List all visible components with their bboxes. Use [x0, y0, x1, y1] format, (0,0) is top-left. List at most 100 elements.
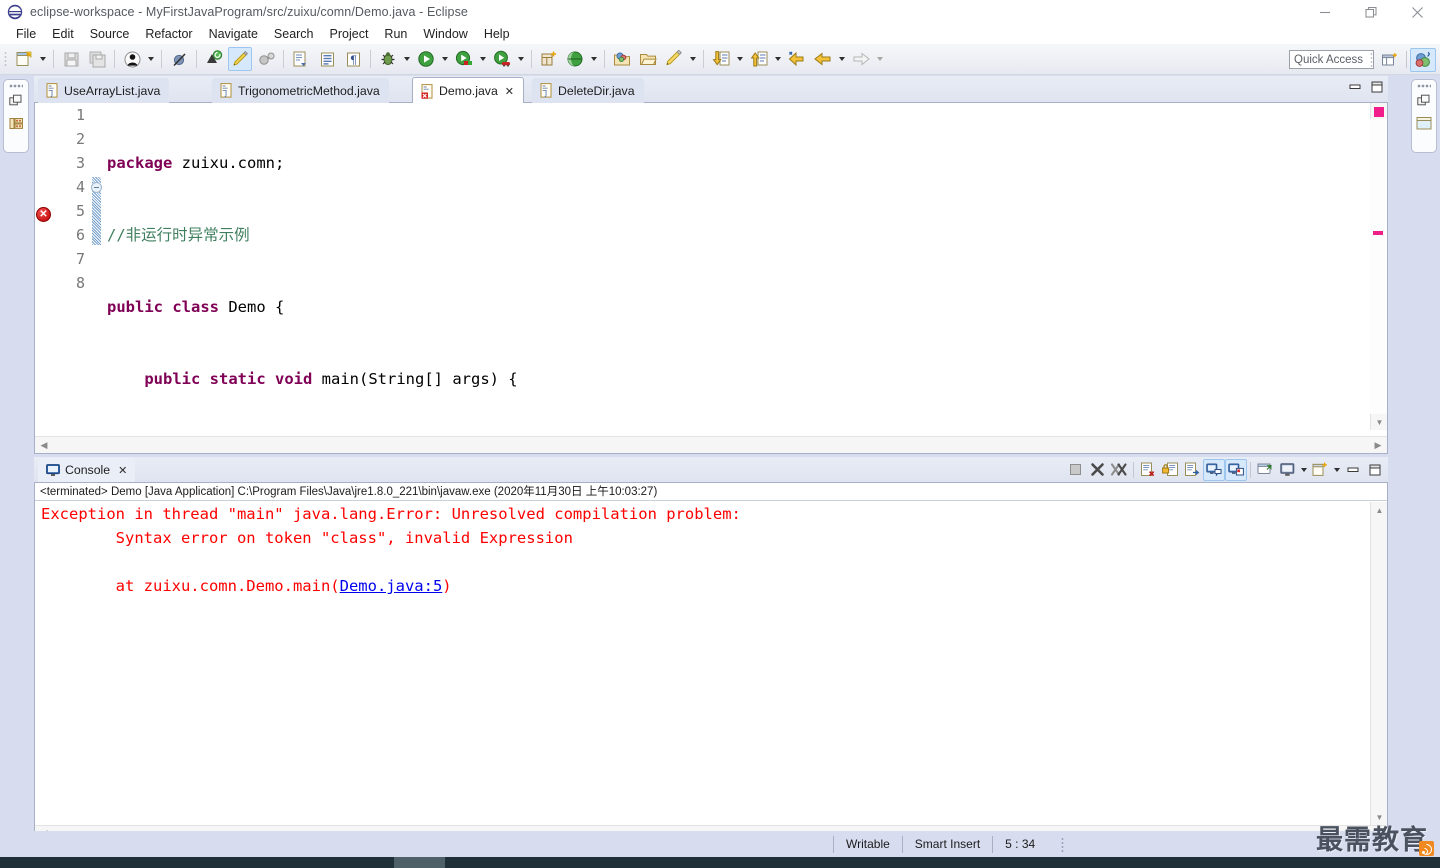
user-dropdown-arrow[interactable] — [145, 47, 157, 71]
menu-search[interactable]: Search — [266, 26, 322, 42]
task-list-icon[interactable] — [315, 47, 339, 71]
menu-project[interactable]: Project — [322, 26, 377, 42]
overview-error-summary[interactable] — [1374, 107, 1384, 117]
restore-button[interactable] — [1348, 0, 1394, 24]
run-dropdown-arrow[interactable] — [439, 47, 451, 71]
pin-icon[interactable] — [1254, 459, 1276, 481]
fastview-grip[interactable] — [1417, 84, 1431, 88]
open-folder-ball-icon[interactable] — [610, 47, 634, 71]
coverage-dropdown-arrow[interactable] — [477, 47, 489, 71]
java-perspective-icon[interactable] — [1410, 47, 1436, 72]
clear-console-icon[interactable] — [1137, 459, 1159, 481]
menu-refactor[interactable]: Refactor — [137, 26, 200, 42]
editor-horizontal-scrollbar[interactable]: ◀ ▶ — [35, 436, 1387, 453]
menu-run[interactable]: Run — [376, 26, 415, 42]
editor-marker-bar[interactable]: ✕ — [35, 103, 53, 430]
debug-dropdown-arrow[interactable] — [401, 47, 413, 71]
close-icon[interactable]: ✕ — [118, 464, 127, 477]
scroll-left-arrow-icon[interactable]: ◀ — [35, 437, 53, 453]
menu-navigate[interactable]: Navigate — [201, 26, 266, 42]
error-marker-icon[interactable]: ✕ — [36, 207, 51, 222]
external-tools-dropdown-arrow[interactable] — [515, 47, 527, 71]
editor-code-area[interactable]: package zuixu.comn; //非运行时异常示例 public cl… — [103, 103, 1370, 430]
next-annotation-dropdown-arrow[interactable] — [734, 47, 746, 71]
menu-source[interactable]: Source — [82, 26, 138, 42]
minimize-button[interactable] — [1302, 0, 1348, 24]
editor-tab-usearraylist[interactable]: J UseArrayList.java — [38, 78, 170, 103]
show-on-error-icon[interactable] — [1225, 458, 1247, 481]
editor-tab-deletedir[interactable]: J DeleteDir.java — [532, 78, 644, 103]
close-button[interactable] — [1394, 0, 1440, 24]
stack-trace-link[interactable]: Demo.java:5 — [340, 577, 443, 595]
console-vertical-scrollbar[interactable]: ▲ ▼ — [1370, 502, 1387, 825]
maximize-icon[interactable] — [1370, 80, 1384, 94]
pencil-icon[interactable] — [662, 47, 686, 71]
pilcrow-icon[interactable]: ¶ — [341, 47, 365, 71]
minimize-icon[interactable] — [1342, 459, 1364, 481]
new-file-icon[interactable] — [12, 47, 36, 71]
back-dropdown-arrow[interactable] — [836, 47, 848, 71]
open-type-icon[interactable] — [289, 47, 313, 71]
close-icon[interactable]: ✕ — [505, 85, 514, 98]
console-tab[interactable]: Console ✕ — [38, 458, 136, 482]
open-console-icon[interactable] — [1309, 459, 1331, 481]
status-grip[interactable] — [1061, 836, 1067, 852]
taskbar-active-item[interactable] — [394, 857, 445, 868]
back-arrow-icon[interactable] — [811, 47, 835, 71]
editor-overview-ruler[interactable] — [1370, 119, 1387, 414]
fold-collapse-icon[interactable] — [91, 182, 102, 193]
menu-window[interactable]: Window — [415, 26, 475, 42]
editor-tab-trigonometricmethod[interactable]: J TrigonometricMethod.java — [212, 78, 389, 103]
pencil-highlight-icon[interactable] — [228, 47, 252, 71]
restore-panes-icon[interactable] — [7, 92, 25, 110]
menu-edit[interactable]: Edit — [44, 26, 82, 42]
breakpoint-skip-icon[interactable] — [167, 47, 191, 71]
open-folder-icon[interactable] — [636, 47, 660, 71]
editor-folding-ruler[interactable] — [89, 103, 103, 430]
scroll-lock-icon[interactable] — [1159, 459, 1181, 481]
show-on-output-icon[interactable] — [1203, 458, 1225, 481]
user-silhouette-icon[interactable] — [120, 47, 144, 71]
scroll-right-arrow-icon[interactable]: ▶ — [1369, 437, 1387, 453]
minimize-icon[interactable] — [1348, 80, 1362, 94]
debug-bug-icon[interactable] — [376, 47, 400, 71]
package-explorer-icon[interactable] — [7, 114, 25, 132]
menu-help[interactable]: Help — [476, 26, 518, 42]
previous-annotation-dropdown-arrow[interactable] — [772, 47, 784, 71]
display-console-icon[interactable] — [1276, 459, 1298, 481]
last-edit-arrow-icon[interactable] — [785, 47, 809, 71]
editor-vertical-scrollbar[interactable]: ▲ ▼ — [1370, 103, 1387, 430]
remove-x-icon[interactable] — [1086, 459, 1108, 481]
search-globe-icon[interactable] — [563, 47, 587, 71]
maximize-icon[interactable] — [1364, 459, 1386, 481]
perspective-grip[interactable] — [1369, 50, 1374, 69]
save-disk-icon[interactable] — [59, 47, 83, 71]
display-console-dropdown-arrow[interactable] — [1298, 459, 1309, 481]
toolbar-grip[interactable] — [3, 50, 8, 68]
java-editor[interactable]: ✕ 1 2 3 4 5 6 7 8 package zuixu.comn; //… — [34, 103, 1388, 454]
search-dropdown-arrow[interactable] — [588, 47, 600, 71]
fastview-grip[interactable] — [9, 84, 23, 88]
open-console-dropdown-arrow[interactable] — [1331, 459, 1342, 481]
run-play-icon[interactable] — [414, 47, 438, 71]
editor-tab-demo[interactable]: Demo.java ✕ — [412, 77, 524, 104]
scroll-down-arrow-icon[interactable]: ▼ — [1371, 414, 1388, 430]
scroll-up-arrow-icon[interactable]: ▲ — [1371, 502, 1388, 518]
external-tools-icon[interactable] — [490, 47, 514, 71]
word-wrap-icon[interactable] — [1181, 459, 1203, 481]
next-annotation-icon[interactable] — [709, 47, 733, 71]
quick-access-input[interactable]: Quick Access — [1289, 50, 1374, 69]
annotation-dropdown-arrow[interactable] — [687, 47, 699, 71]
java-project-new-icon[interactable] — [537, 47, 561, 71]
outline-window-icon[interactable] — [1415, 114, 1433, 132]
console-view[interactable]: <terminated> Demo [Java Application] C:\… — [34, 482, 1388, 842]
previous-annotation-icon[interactable] — [747, 47, 771, 71]
restore-panes-icon[interactable] — [1415, 92, 1433, 110]
menu-file[interactable]: File — [8, 26, 44, 42]
package-new-icon[interactable] — [202, 47, 226, 71]
console-output[interactable]: Exception in thread "main" java.lang.Err… — [35, 502, 1370, 825]
open-perspective-icon[interactable] — [1377, 48, 1403, 72]
new-file-dropdown-arrow[interactable] — [37, 47, 49, 71]
remove-all-xx-icon[interactable] — [1108, 459, 1130, 481]
run-coverage-icon[interactable] — [452, 47, 476, 71]
